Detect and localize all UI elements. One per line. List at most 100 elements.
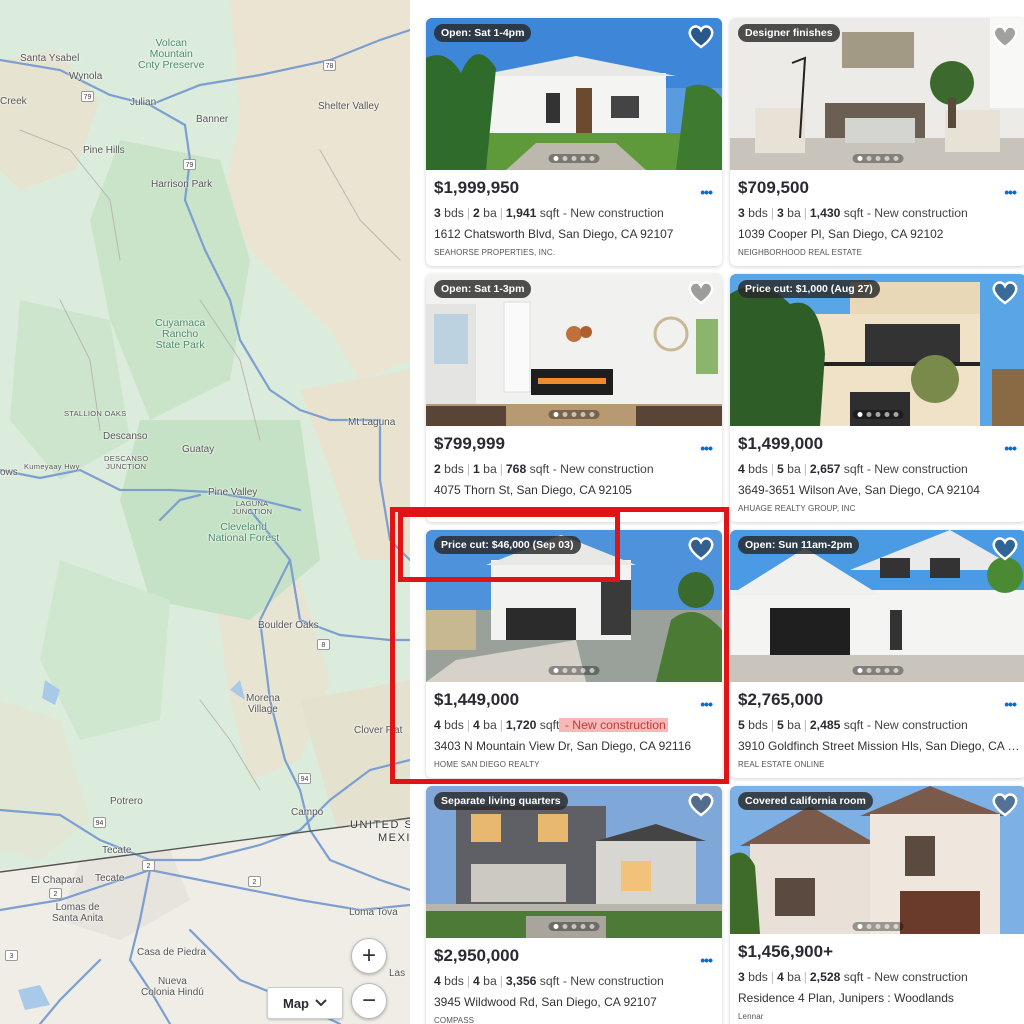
listing-address[interactable]: 3403 N Mountain View Dr, San Diego, CA 9… <box>434 739 718 753</box>
zoom-in-button[interactable]: + <box>351 938 387 974</box>
listing-card[interactable]: Separate living quarters $2,950,000 ••• … <box>426 786 722 1024</box>
heart-icon[interactable] <box>686 22 716 50</box>
zoom-out-button[interactable]: − <box>351 983 387 1019</box>
listing-card[interactable]: Open: Sat 1-4pm $1,999,950 ••• 3 bds | 2 b… <box>426 18 722 266</box>
more-options-icon[interactable]: ••• <box>1004 184 1017 200</box>
listing-broker: NEIGHBORHOOD REAL ESTATE <box>738 248 863 257</box>
listing-card[interactable]: Open: Sun 11am-2pm $2,765,000 ••• 5 bds |… <box>730 530 1024 778</box>
map-label: Pine Hills <box>83 145 125 156</box>
listing-badge: Designer finishes <box>738 24 840 42</box>
highway-shield: 78 <box>323 60 336 71</box>
map-label: UNITED S <box>350 819 410 831</box>
more-options-icon[interactable]: ••• <box>700 696 713 712</box>
heart-icon[interactable] <box>990 534 1020 562</box>
listing-price: $2,950,000 <box>434 946 520 965</box>
listing-badge: Open: Sat 1-3pm <box>434 280 532 298</box>
photo-carousel-dots[interactable] <box>852 922 904 931</box>
listing-address[interactable]: 3945 Wildwood Rd, San Diego, CA 92107 <box>434 995 718 1009</box>
listing-broker: COMPASS <box>434 1016 475 1024</box>
map-label: Harrison Park <box>151 179 213 190</box>
listing-facts: 5 bds | 5 ba | 2,485 sqft - New construction <box>738 718 968 732</box>
listing-photo[interactable]: Open: Sat 1-3pm <box>426 274 722 426</box>
map-label: Las <box>389 968 406 979</box>
map-type-dropdown[interactable]: Map <box>267 987 343 1019</box>
listing-photo[interactable]: Covered california room <box>730 786 1024 938</box>
listing-address[interactable]: 4075 Thorn St, San Diego, CA 92105 <box>434 483 718 497</box>
heart-icon[interactable] <box>686 790 716 818</box>
photo-carousel-dots[interactable] <box>548 410 600 419</box>
photo-carousel-dots[interactable] <box>548 922 600 931</box>
listing-address[interactable]: 3910 Goldfinch Street Mission Hls, San D… <box>738 739 1022 753</box>
photo-carousel-dots[interactable] <box>852 154 904 163</box>
more-options-icon[interactable]: ••• <box>700 952 713 968</box>
listing-card[interactable]: Open: Sat 1-3pm $799,999 ••• 2 bds | 1 ba |… <box>426 274 722 522</box>
map-label: ows <box>0 467 18 478</box>
listing-photo[interactable]: Price cut: $46,000 (Sep 03) <box>426 530 722 682</box>
map-label: Wynola <box>69 71 103 82</box>
heart-icon[interactable] <box>686 278 716 306</box>
map-label: Shelter Valley <box>318 101 379 112</box>
map-label: Morena Village <box>246 693 280 715</box>
map-label: Nueva Colonia Hindú <box>141 976 204 998</box>
map-label: Lomas de Santa Anita <box>52 902 104 924</box>
listing-facts: 3 bds | 2 ba | 1,941 sqft - New construction <box>434 206 664 220</box>
map-label: Boulder Oaks <box>258 620 319 631</box>
listing-card[interactable]: Covered california room $1,456,900+ 3 bd… <box>730 786 1024 1024</box>
listing-photo[interactable]: Separate living quarters <box>426 786 722 938</box>
listing-badge: Price cut: $46,000 (Sep 03) <box>434 536 581 554</box>
heart-icon[interactable] <box>686 534 716 562</box>
map-label: Loma Tova <box>349 907 398 918</box>
map-label: DESCANSO JUNCTION <box>104 454 149 471</box>
photo-carousel-dots[interactable] <box>852 666 904 675</box>
listing-facts: 4 bds | 4 ba | 1,720 sqft - New construction <box>434 718 668 732</box>
listing-broker: HOME SAN DIEGO REALTY <box>434 760 540 769</box>
map-label: Tecate <box>95 873 125 884</box>
status-highlight: - New construction <box>559 718 668 732</box>
map-label: Tecate <box>102 845 132 856</box>
map-label: Banner <box>196 114 229 125</box>
map-label: Cleveland National Forest <box>208 521 280 545</box>
photo-carousel-dots[interactable] <box>548 154 600 163</box>
listing-broker: REAL ESTATE ONLINE <box>738 760 825 769</box>
map-label: Julian <box>130 97 157 108</box>
listing-photo[interactable]: Open: Sat 1-4pm <box>426 18 722 170</box>
listing-address[interactable]: Residence 4 Plan, Junipers : Woodlands <box>738 991 1022 1005</box>
map-label: Potrero <box>110 796 143 807</box>
listing-price: $709,500 <box>738 178 809 197</box>
listing-address[interactable]: 1612 Chatsworth Blvd, San Diego, CA 9210… <box>434 227 718 241</box>
more-options-icon[interactable]: ••• <box>1004 440 1017 456</box>
more-options-icon[interactable]: ••• <box>700 184 713 200</box>
map-panel[interactable]: Volcan Mountain Cnty Preserve Santa Ysabel… <box>0 0 410 1024</box>
listing-price: $1,456,900+ <box>738 942 834 961</box>
listing-facts: 4 bds | 5 ba | 2,657 sqft - New construction <box>738 462 968 476</box>
listing-address[interactable]: 3649-3651 Wilson Ave, San Diego, CA 9210… <box>738 483 1022 497</box>
highway-shield: 79 <box>81 91 94 102</box>
highway-shield: 3 <box>5 950 18 961</box>
listing-address[interactable]: 1039 Cooper Pl, San Diego, CA 92102 <box>738 227 1022 241</box>
listing-facts: 2 bds | 1 ba | 768 sqft - New construction <box>434 462 654 476</box>
map-label: Pine Valley <box>208 487 258 498</box>
heart-icon[interactable] <box>990 22 1020 50</box>
map-label: Volcan Mountain Cnty Preserve <box>138 37 205 72</box>
listing-price: $1,449,000 <box>434 690 520 709</box>
listing-card[interactable]: Price cut: $1,000 (Aug 27) $1,499,000 ••… <box>730 274 1024 522</box>
listing-card[interactable]: Price cut: $46,000 (Sep 03) $1,449,000 •… <box>426 530 722 778</box>
listings-panel[interactable]: Open: Sat 1-4pm $1,999,950 ••• 3 bds | 2 b… <box>410 0 1024 1024</box>
listing-price: $799,999 <box>434 434 505 453</box>
map-label: Mt Laguna <box>348 417 396 428</box>
heart-icon[interactable] <box>990 278 1020 306</box>
listing-photo[interactable]: Designer finishes <box>730 18 1024 170</box>
more-options-icon[interactable]: ••• <box>1004 696 1017 712</box>
photo-carousel-dots[interactable] <box>548 666 600 675</box>
listing-photo[interactable]: Price cut: $1,000 (Aug 27) <box>730 274 1024 426</box>
map-label: Descanso <box>103 431 148 442</box>
listing-badge: Price cut: $1,000 (Aug 27) <box>738 280 880 298</box>
highway-shield: 2 <box>248 876 261 887</box>
map-label: LAGUNA JUNCTION <box>232 499 273 516</box>
listing-facts: 3 bds | 3 ba | 1,430 sqft - New construction <box>738 206 968 220</box>
more-options-icon[interactable]: ••• <box>700 440 713 456</box>
listing-photo[interactable]: Open: Sun 11am-2pm <box>730 530 1024 682</box>
photo-carousel-dots[interactable] <box>852 410 904 419</box>
listing-card[interactable]: Designer finishes $709,500 ••• 3 bds | 3 b… <box>730 18 1024 266</box>
heart-icon[interactable] <box>990 790 1020 818</box>
